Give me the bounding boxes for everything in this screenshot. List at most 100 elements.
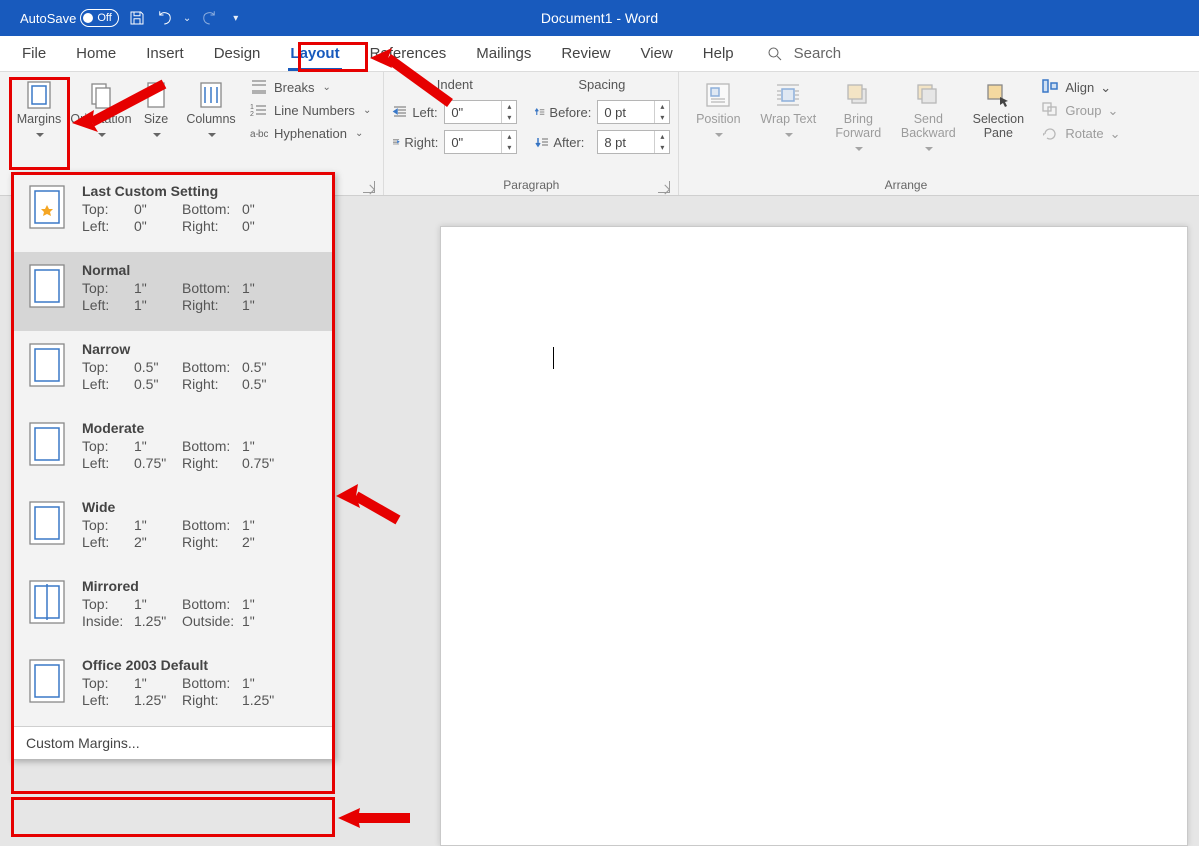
line-numbers-icon: 12 [250, 102, 268, 118]
svg-text:bc: bc [258, 129, 268, 140]
preset-name: Last Custom Setting [82, 183, 324, 199]
svg-text:1: 1 [250, 104, 254, 111]
paragraph-launcher-icon[interactable] [658, 181, 670, 193]
margins-dropdown: Last Custom SettingTop:0"Bottom:0"Left:0… [11, 172, 335, 760]
chevron-down-icon [783, 129, 793, 143]
spacing-section-label: Spacing [533, 77, 670, 92]
send-backward-button[interactable]: Send Backward [897, 77, 959, 158]
chevron-down-icon [923, 143, 933, 157]
autosave-state: Off [80, 9, 118, 27]
ribbon-tabs: File Home Insert Design Layout Reference… [0, 36, 1199, 72]
margins-preset-normal[interactable]: NormalTop:1"Bottom:1"Left:1"Right:1" [12, 252, 334, 331]
selection-pane-icon [982, 79, 1014, 111]
margins-preset-moderate[interactable]: ModerateTop:1"Bottom:1"Left:0.75"Right:0… [12, 410, 334, 489]
margins-preset-office-2003-default[interactable]: Office 2003 DefaultTop:1"Bottom:1"Left:1… [12, 647, 334, 726]
redo-icon[interactable] [199, 8, 219, 28]
group-objects-button[interactable]: Group⌄ [1037, 100, 1124, 121]
svg-text:2: 2 [250, 111, 254, 118]
spin-down-icon[interactable]: ▾ [502, 112, 516, 123]
qat-customize-icon[interactable]: ▾ [233, 13, 238, 24]
hyphenation-icon: a-bc [250, 125, 268, 141]
spin-down-icon[interactable]: ▾ [655, 112, 669, 123]
quick-access-toolbar: AutoSave Off ⌄ ▾ [0, 8, 238, 28]
preset-name: Normal [82, 262, 324, 278]
wrap-text-icon [772, 79, 804, 111]
margins-preset-last-custom-setting[interactable]: Last Custom SettingTop:0"Bottom:0"Left:0… [12, 173, 334, 252]
tab-help[interactable]: Help [691, 36, 746, 71]
line-numbers-button[interactable]: 12 Line Numbers⌄ [246, 100, 375, 120]
autosave-label: AutoSave [20, 11, 76, 26]
wrap-text-button[interactable]: Wrap Text [757, 77, 819, 145]
preset-name: Office 2003 Default [82, 657, 324, 673]
spin-up-icon[interactable]: ▴ [502, 131, 516, 142]
page-setup-launcher-icon[interactable] [363, 181, 375, 193]
margins-preset-narrow[interactable]: NarrowTop:0.5"Bottom:0.5"Left:0.5"Right:… [12, 331, 334, 410]
annotation-arrow [338, 800, 418, 845]
position-button[interactable]: Position [687, 77, 749, 145]
search-icon [766, 45, 784, 63]
spacing-after-icon [533, 135, 549, 149]
preset-name: Moderate [82, 420, 324, 436]
columns-icon [195, 79, 227, 111]
preset-name: Mirrored [82, 578, 324, 594]
autosave-toggle[interactable]: AutoSave Off [20, 9, 119, 27]
margins-button[interactable]: Margins [8, 77, 70, 145]
spacing-before-label: Before: [533, 105, 591, 120]
tab-insert[interactable]: Insert [134, 36, 196, 71]
chevron-down-icon [713, 129, 723, 143]
margins-preset-icon [26, 578, 68, 626]
margins-preset-wide[interactable]: WideTop:1"Bottom:1"Left:2"Right:2" [12, 489, 334, 568]
margins-preset-icon [26, 341, 68, 389]
tab-layout[interactable]: Layout [278, 36, 351, 71]
columns-button[interactable]: Columns [180, 77, 242, 145]
spin-up-icon[interactable]: ▴ [655, 101, 669, 112]
breaks-button[interactable]: Breaks⌄ [246, 77, 375, 97]
spacing-before-icon [533, 105, 545, 119]
chevron-down-icon [34, 129, 44, 143]
bring-forward-button[interactable]: Bring Forward [827, 77, 889, 158]
rotate-button[interactable]: Rotate⌄ [1037, 123, 1124, 144]
tab-home[interactable]: Home [64, 36, 128, 71]
spin-down-icon[interactable]: ▾ [655, 142, 669, 153]
search-label: Search [794, 45, 842, 62]
indent-right-label: Right: [392, 135, 438, 150]
hyphenation-button[interactable]: a-bc Hyphenation⌄ [246, 123, 375, 143]
indent-right-icon [392, 135, 400, 149]
selection-pane-button[interactable]: Selection Pane [967, 77, 1029, 143]
align-button[interactable]: Align⌄ [1037, 77, 1124, 98]
group-icon [1041, 101, 1059, 120]
tab-mailings[interactable]: Mailings [464, 36, 543, 71]
tab-file[interactable]: File [10, 36, 58, 71]
spin-down-icon[interactable]: ▾ [502, 142, 516, 153]
breaks-icon [250, 79, 268, 95]
annotation-arrow [336, 478, 406, 533]
save-icon[interactable] [127, 8, 147, 28]
annotation-arrow [370, 48, 460, 123]
spin-up-icon[interactable]: ▴ [655, 131, 669, 142]
spin-up-icon[interactable]: ▴ [502, 101, 516, 112]
tab-view[interactable]: View [629, 36, 685, 71]
spacing-before-input[interactable]: ▴▾ [597, 100, 670, 124]
preset-name: Narrow [82, 341, 324, 357]
custom-margins-item[interactable]: Custom Margins... [12, 726, 334, 759]
margins-preset-icon [26, 420, 68, 468]
tab-design[interactable]: Design [202, 36, 273, 71]
chevron-down-icon [206, 129, 216, 143]
margins-preset-mirrored[interactable]: MirroredTop:1"Bottom:1"Inside:1.25"Outsi… [12, 568, 334, 647]
rotate-icon [1041, 124, 1059, 143]
document-title: Document1 - Word [541, 10, 658, 26]
margins-preset-icon [26, 657, 68, 705]
search-box[interactable]: Search [752, 36, 856, 71]
undo-dropdown-icon[interactable]: ⌄ [183, 13, 191, 24]
spacing-after-input[interactable]: ▴▾ [597, 130, 670, 154]
margins-preset-icon [26, 499, 68, 547]
send-backward-icon [912, 79, 944, 111]
undo-icon[interactable] [155, 8, 175, 28]
bring-forward-icon [842, 79, 874, 111]
group-label-paragraph: Paragraph [392, 175, 670, 195]
document-page[interactable] [440, 226, 1188, 846]
chevron-down-icon [853, 143, 863, 157]
spacing-after-label: After: [533, 135, 591, 150]
tab-review[interactable]: Review [549, 36, 622, 71]
indent-right-input[interactable]: ▴▾ [444, 130, 517, 154]
